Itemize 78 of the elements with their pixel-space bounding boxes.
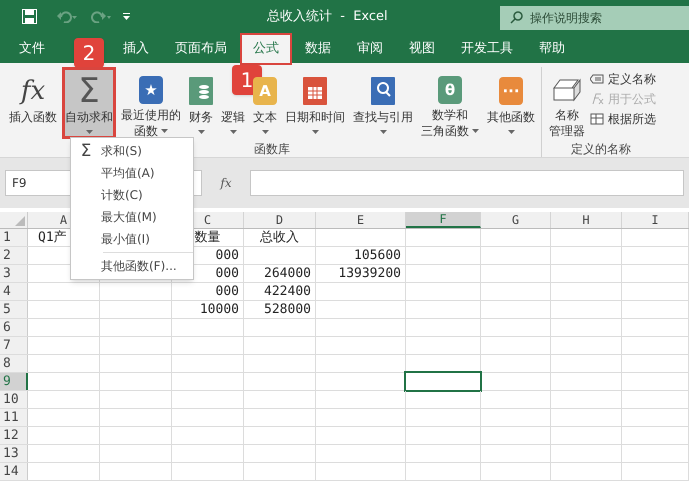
- cell-text: 13939200: [338, 264, 401, 283]
- ribbon-button[interactable]: ··· 其他函数: [484, 67, 538, 139]
- function-book-icon: A: [253, 77, 277, 105]
- ribbon-button[interactable]: 查找与引用: [350, 67, 416, 139]
- function-book-icon: ···: [499, 77, 523, 105]
- ribbon-button[interactable]: θ 数学和 三角函数: [418, 67, 482, 139]
- ribbon-tab[interactable]: 文件: [8, 35, 56, 63]
- group-label: 函数库: [254, 141, 290, 158]
- cell-text: 000: [216, 264, 239, 283]
- cell-text: 000: [216, 282, 239, 301]
- cell-text: 000: [216, 246, 239, 265]
- column-header[interactable]: G: [481, 212, 551, 228]
- cell-text: 总收入: [260, 228, 299, 247]
- search-field[interactable]: 操作说明搜索: [500, 6, 689, 30]
- row-header[interactable]: 14: [0, 463, 28, 480]
- sum-icon: Σ: [80, 142, 92, 160]
- row-header[interactable]: 9: [0, 373, 28, 390]
- column-header[interactable]: H: [551, 212, 622, 228]
- menu-item[interactable]: 其他函数(F)...: [71, 255, 193, 277]
- row-header[interactable]: 7: [0, 337, 28, 354]
- ribbon-tab[interactable]: 插入: [112, 35, 160, 63]
- save-icon[interactable]: [22, 9, 37, 24]
- formula-icon: [590, 93, 604, 105]
- ribbon-small-button[interactable]: 根据所选: [590, 109, 656, 129]
- cell-text: 264000: [264, 264, 311, 283]
- ribbon-tab[interactable]: 页面布局: [164, 35, 238, 63]
- ribbon-small-button[interactable]: 定义名称: [590, 69, 656, 89]
- formula-input[interactable]: [250, 170, 684, 196]
- group-label: 定义的名称: [571, 141, 631, 158]
- insert-function-button[interactable]: fx: [206, 174, 246, 192]
- redo-icon[interactable]: [91, 10, 111, 22]
- customize-toolbar-icon[interactable]: [123, 13, 130, 20]
- cell-text: 105600: [354, 246, 401, 265]
- function-book-icon: θ: [438, 76, 462, 104]
- search-icon: [510, 10, 523, 24]
- undo-icon[interactable]: [57, 10, 77, 22]
- ribbon-tab[interactable]: 视图: [398, 35, 446, 63]
- row-header[interactable]: 1: [0, 229, 28, 246]
- cell-text: 422400: [264, 282, 311, 301]
- sum-icon: Σ: [78, 74, 100, 108]
- define-name-icon: [590, 74, 604, 84]
- ribbon-button[interactable]: 财务: [186, 67, 216, 139]
- ribbon-button[interactable]: 名称 管理器: [546, 67, 588, 139]
- row-header[interactable]: 8: [0, 355, 28, 372]
- ribbon-button[interactable]: 逻辑: [218, 109, 248, 139]
- ribbon-tab[interactable]: 公式: [242, 35, 290, 63]
- row-header[interactable]: 11: [0, 409, 28, 426]
- ribbon-button[interactable]: fx 插入函数: [6, 67, 60, 139]
- column-header[interactable]: F: [406, 212, 481, 228]
- column-header[interactable]: D: [244, 212, 316, 228]
- ribbon-tab[interactable]: 数据: [294, 35, 342, 63]
- column-header[interactable]: I: [622, 212, 689, 228]
- cell-text: Q1产: [38, 228, 67, 247]
- selection-table-icon: [590, 113, 604, 125]
- row-header[interactable]: 3: [0, 265, 28, 282]
- cell-text: 528000: [264, 300, 311, 319]
- row-header[interactable]: 5: [0, 301, 28, 318]
- row-header[interactable]: 13: [0, 445, 28, 462]
- ribbon-button[interactable]: 日期和时间: [282, 67, 348, 139]
- ribbon-tab[interactable]: 审阅: [346, 35, 394, 63]
- row-header[interactable]: 10: [0, 391, 28, 408]
- row-header[interactable]: 12: [0, 427, 28, 444]
- ribbon-tab[interactable]: 开发工具: [450, 35, 524, 63]
- menu-item[interactable]: 计数(C): [71, 184, 193, 206]
- menu-item[interactable]: 平均值(A): [71, 162, 193, 184]
- cell-text: 10000: [200, 300, 239, 319]
- row-header[interactable]: 4: [0, 283, 28, 300]
- ribbon-tab[interactable]: 帮助: [528, 35, 576, 63]
- row-header[interactable]: 2: [0, 247, 28, 264]
- cell-text: 数量: [194, 228, 220, 247]
- step-badge: 2: [74, 38, 104, 68]
- menu-item[interactable]: 最小值(I): [71, 228, 193, 250]
- function-book-icon: ★: [139, 76, 163, 104]
- window-title: 总收入统计 - Excel: [267, 8, 388, 26]
- row-header[interactable]: 6: [0, 319, 28, 336]
- menu-item[interactable]: Σ 求和(S): [71, 140, 193, 162]
- insert-function-icon: fx: [20, 76, 46, 106]
- select-all-icon[interactable]: [15, 216, 25, 226]
